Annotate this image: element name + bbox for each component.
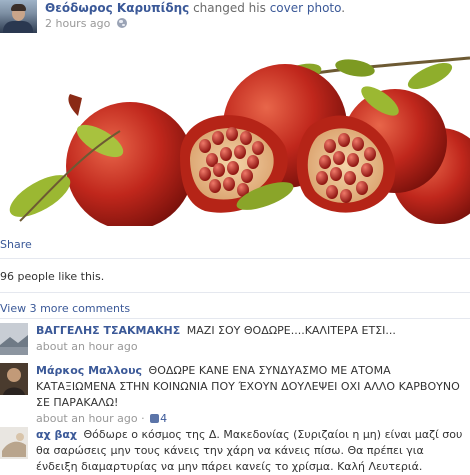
author-name-link[interactable]: Θεόδωρος Καρυπίδης (45, 1, 189, 15)
view-more-comments-link[interactable]: View 3 more comments (0, 302, 130, 315)
commenter-name-link[interactable]: Μάρκος Μαλλους (36, 364, 142, 377)
like-thumb-icon[interactable] (150, 414, 160, 423)
comment-body: αχ βαχ Θόδωρε ο κόσμος της Δ. Μακεδονίας… (36, 427, 466, 475)
comment-body: Μάρκος Μαλλους ΘΟΔΩΡΕ ΚΑΝΕ ΕΝΑ ΣΥΝΔΥΑΣΜΟ… (36, 363, 466, 427)
comment-meta: about an hour ago · 4 (36, 411, 466, 427)
cover-photo-link[interactable]: cover photo (270, 1, 342, 15)
avatar-shirt (3, 21, 33, 33)
action-prefix: changed his (193, 1, 266, 15)
comment-time[interactable]: about an hour ago (36, 412, 138, 425)
pomegranates-image (0, 46, 470, 226)
divider (0, 258, 470, 259)
comment-meta: about an hour ago (36, 339, 466, 355)
post-headline: Θεόδωρος Καρυπίδης changed his cover pho… (45, 1, 345, 15)
comment-text: Θόδωρε ο κόσμος της Δ. Μακεδονίας (Συριζ… (36, 428, 463, 473)
likes-text[interactable]: 96 people like this. (0, 270, 104, 283)
comment-like-count[interactable]: 4 (160, 412, 167, 425)
comment-body: ΒΑΓΓΕΛΗΣ ΤΣΑΚΜΑΚΗΣ ΜΑΖΙ ΣΟΥ ΘΟΔΩΡΕ....ΚΑ… (36, 323, 466, 355)
comment-item: ΒΑΓΓΕΛΗΣ ΤΣΑΚΜΑΚΗΣ ΜΑΖΙ ΣΟΥ ΘΟΔΩΡΕ....ΚΑ… (0, 323, 470, 357)
action-suffix: . (341, 1, 346, 15)
commenter-name-link[interactable]: αχ βαχ (36, 428, 77, 441)
comment-item: Μάρκος Μαλλους ΘΟΔΩΡΕ ΚΑΝΕ ΕΝΑ ΣΥΝΔΥΑΣΜΟ… (0, 363, 470, 425)
avatar-hair (11, 4, 26, 11)
comment-time[interactable]: about an hour ago (36, 340, 138, 353)
share-link[interactable]: Share (0, 238, 32, 251)
divider (0, 292, 470, 293)
commenter-name-link[interactable]: ΒΑΓΓΕΛΗΣ ΤΣΑΚΜΑΚΗΣ (36, 324, 180, 337)
commenter-avatar[interactable] (0, 323, 28, 355)
divider (0, 318, 470, 319)
commenter-avatar[interactable] (0, 363, 28, 395)
meta-separator: · (137, 412, 149, 425)
comment-item: αχ βαχ Θόδωρε ο κόσμος της Δ. Μακεδονίας… (0, 427, 470, 473)
comment-text: ΜΑΖΙ ΣΟΥ ΘΟΔΩΡΕ....ΚΑΛΙΤΕΡΑ ΕΤΣΙ... (186, 324, 396, 337)
cover-photo[interactable] (0, 46, 470, 226)
globe-icon[interactable] (116, 18, 127, 28)
post-meta: 2 hours ago (45, 17, 127, 30)
author-avatar[interactable] (0, 0, 37, 33)
post-header: Θεόδωρος Καρυπίδης changed his cover pho… (0, 0, 470, 42)
commenter-avatar[interactable] (0, 427, 28, 459)
likes-summary: 96 people like this. (0, 270, 104, 283)
post-timestamp[interactable]: 2 hours ago (45, 17, 110, 30)
